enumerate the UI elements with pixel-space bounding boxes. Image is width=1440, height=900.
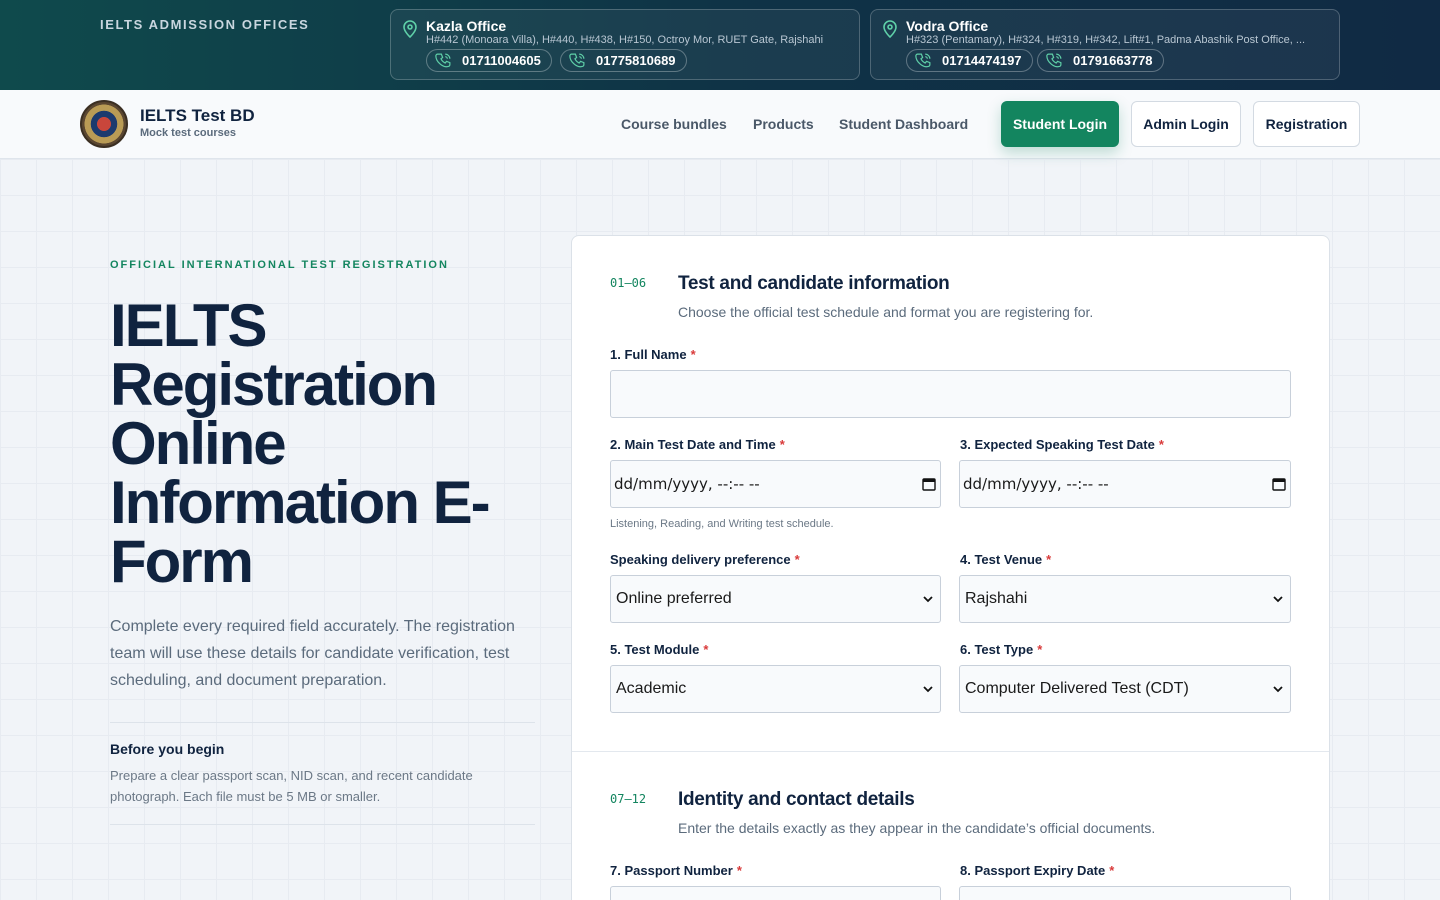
test-type-label: 6. Test Type * [960, 642, 1043, 657]
phone-link[interactable]: 01775810689 [560, 49, 687, 72]
section-number: 07–12 [610, 792, 647, 806]
main-test-date-input[interactable]: dd/mm/yyyy, --:-- -- [610, 460, 941, 508]
required-mark: * [690, 347, 696, 362]
test-venue-select[interactable]: Rajshahi [959, 575, 1291, 623]
chevron-down-icon [923, 686, 933, 693]
speaking-date-input[interactable]: dd/mm/yyyy, --:-- -- [959, 460, 1291, 508]
required-mark: * [1046, 552, 1052, 567]
phone-number: 01775810689 [596, 53, 676, 68]
calendar-icon[interactable] [1272, 477, 1286, 491]
nav-course-bundles[interactable]: Course bundles [621, 116, 727, 132]
registration-form-card: 01–06 Test and candidate information Cho… [571, 235, 1330, 900]
phone-number: 01711004605 [462, 53, 541, 68]
select-value: Online preferred [616, 590, 732, 607]
select-value: Rajshahi [965, 590, 1028, 607]
passport-expiry-label: 8. Passport Expiry Date * [960, 863, 1115, 878]
required-mark: * [736, 863, 742, 878]
office-card-vodra: Vodra Office H#323 (Pentamary), H#324, H… [870, 9, 1340, 80]
select-value: Academic [616, 680, 687, 697]
date-value: dd/mm/yyyy, --:-- -- [963, 475, 1109, 493]
date-value: dd/mm/yyyy, --:-- -- [614, 475, 760, 493]
required-mark: * [1037, 642, 1043, 657]
admin-login-button[interactable]: Admin Login [1131, 101, 1241, 147]
hero-lead: Complete every required field accurately… [110, 618, 515, 689]
passport-number-label: 7. Passport Number * [610, 863, 742, 878]
passport-expiry-input[interactable] [959, 886, 1291, 900]
section-title: Test and candidate information [678, 273, 950, 294]
phone-number: 01791663778 [1073, 53, 1153, 68]
office-name: Vodra Office [906, 18, 989, 34]
office-address: H#442 (Monoara Villa), H#440, H#438, H#1… [426, 34, 824, 46]
chevron-down-icon [1273, 686, 1283, 693]
location-pin-icon [403, 20, 417, 38]
site-title[interactable]: IELTS Test BD [140, 106, 255, 126]
chevron-down-icon [923, 596, 933, 603]
required-mark: * [779, 437, 785, 452]
required-mark: * [1109, 863, 1115, 878]
test-module-select[interactable]: Academic [610, 665, 941, 713]
section-description: Choose the official test schedule and fo… [678, 304, 1094, 320]
phone-icon [569, 53, 585, 68]
phone-number: 01714474197 [942, 53, 1022, 68]
phone-link[interactable]: 01711004605 [426, 49, 552, 72]
speaking-date-label: 3. Expected Speaking Test Date * [960, 437, 1164, 452]
main-navbar: IELTS Test BD Mock test courses Course b… [0, 90, 1440, 159]
section-number: 01–06 [610, 276, 647, 290]
test-type-select[interactable]: Computer Delivered Test (CDT) [959, 665, 1291, 713]
before-you-begin-text: Prepare a clear passport scan, NID scan,… [110, 768, 473, 804]
site-logo[interactable] [80, 100, 128, 148]
phone-link[interactable]: 01791663778 [1037, 49, 1164, 72]
calendar-icon[interactable] [922, 477, 936, 491]
section-title: Identity and contact details [678, 789, 915, 810]
required-mark: * [794, 552, 800, 567]
test-venue-label: 4. Test Venue * [960, 552, 1052, 567]
before-you-begin-title: Before you begin [110, 741, 225, 757]
select-value: Computer Delivered Test (CDT) [965, 680, 1189, 697]
main-date-hint: Listening, Reading, and Writing test sch… [610, 518, 834, 530]
chevron-down-icon [1273, 596, 1283, 603]
phone-icon [915, 53, 931, 68]
phone-icon [435, 53, 451, 68]
hero-eyebrow: OFFICIAL INTERNATIONAL TEST REGISTRATION [110, 259, 449, 271]
location-pin-icon [883, 20, 897, 38]
registration-button[interactable]: Registration [1253, 101, 1360, 147]
passport-number-input[interactable] [610, 886, 941, 900]
divider [110, 722, 535, 723]
full-name-label: 1. Full Name * [610, 347, 696, 362]
speaking-preference-select[interactable]: Online preferred [610, 575, 941, 623]
nav-products[interactable]: Products [753, 116, 814, 132]
phone-icon [1046, 53, 1062, 68]
speaking-preference-label: Speaking delivery preference * [610, 552, 800, 567]
site-subtitle: Mock test courses [140, 127, 236, 139]
office-name: Kazla Office [426, 18, 507, 34]
divider [110, 824, 535, 825]
office-address: H#323 (Pentamary), H#324, H#319, H#342, … [906, 34, 1306, 46]
offices-label: IELTS ADMISSION OFFICES [100, 17, 310, 32]
section-divider [572, 751, 1329, 752]
student-login-button[interactable]: Student Login [1001, 101, 1119, 147]
nav-student-dashboard[interactable]: Student Dashboard [839, 116, 968, 132]
office-card-kazla: Kazla Office H#442 (Monoara Villa), H#44… [390, 9, 860, 80]
required-mark: * [1158, 437, 1164, 452]
phone-link[interactable]: 01714474197 [906, 49, 1033, 72]
full-name-input[interactable] [610, 370, 1291, 418]
main-test-date-label: 2. Main Test Date and Time * [610, 437, 785, 452]
required-mark: * [703, 642, 709, 657]
test-module-label: 5. Test Module * [610, 642, 709, 657]
page-title: IELTS Registration Online Information E-… [110, 292, 491, 595]
office-bar: IELTS ADMISSION OFFICES Kazla Office H#4… [0, 0, 1440, 90]
section-description: Enter the details exactly as they appear… [678, 820, 1156, 836]
